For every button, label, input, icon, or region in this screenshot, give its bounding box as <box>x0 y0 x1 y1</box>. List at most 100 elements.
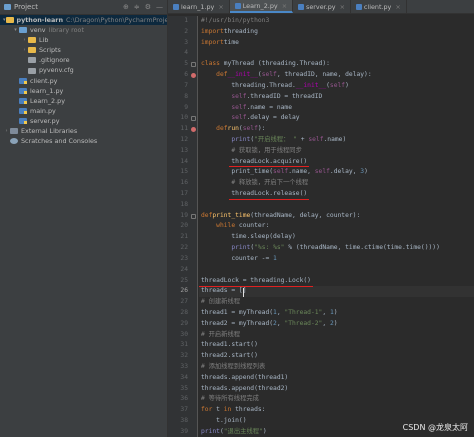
close-tab-icon[interactable]: × <box>218 3 223 11</box>
code-line[interactable]: thread2 = myThread(2, "Thread-2", 2) <box>199 319 474 330</box>
code-line[interactable]: importthreading <box>199 27 474 38</box>
override-marker-icon[interactable] <box>191 73 196 79</box>
code-line[interactable]: # 开启新线程 <box>199 330 474 341</box>
tree-item[interactable]: ▾ venv library root <box>0 25 167 35</box>
code-line[interactable]: class myThread (threading.Thread): <box>199 59 474 70</box>
line-number[interactable]: 9 <box>168 103 197 114</box>
line-number[interactable]: 3 <box>168 38 197 49</box>
code-line[interactable]: self.name = name <box>199 103 474 114</box>
line-number[interactable]: 32 <box>168 351 197 362</box>
code-area[interactable]: #!/usr/bin/python3 importthreading importt… <box>199 16 474 437</box>
line-number[interactable]: 23 <box>168 254 197 265</box>
expand-arrow-icon[interactable]: › <box>21 45 28 55</box>
line-number[interactable]: 31 <box>168 340 197 351</box>
line-number[interactable]: 2 <box>168 27 197 38</box>
locate-icon[interactable]: ⊕ <box>123 3 129 11</box>
tree-item[interactable]: pyvenv.cfg <box>0 65 167 75</box>
tree-item[interactable]: .gitignore <box>0 55 167 65</box>
code-line[interactable]: time.sleep(delay) <box>199 232 474 243</box>
code-line[interactable]: # 添加线程到线程列表 <box>199 362 474 373</box>
code-line[interactable]: importtime <box>199 38 474 49</box>
line-number[interactable]: 15 <box>168 167 197 178</box>
code-line[interactable]: defrun(self): <box>199 124 474 135</box>
editor-tab[interactable]: client.py × <box>351 0 407 13</box>
line-number[interactable]: 1 <box>168 16 197 27</box>
code-line[interactable]: # 获取锁，用于线程同步 <box>199 146 474 157</box>
line-number[interactable]: 28 <box>168 308 197 319</box>
editor-tab[interactable]: server.py × <box>293 0 351 13</box>
line-number[interactable]: 7 <box>168 81 197 92</box>
line-number[interactable]: 33 <box>168 362 197 373</box>
line-number[interactable]: 18 <box>168 200 197 211</box>
line-number[interactable]: 36 <box>168 394 197 405</box>
code-line[interactable]: threads.append(thread1) <box>199 373 474 384</box>
expand-arrow-icon[interactable]: › <box>21 35 28 45</box>
code-line[interactable]: for t in threads: <box>199 405 474 416</box>
tree-item[interactable]: server.py <box>0 116 167 126</box>
code-line[interactable] <box>199 265 474 276</box>
collapse-icon[interactable]: ≑ <box>134 3 140 11</box>
line-number[interactable]: 16 <box>168 178 197 189</box>
line-number[interactable]: 39 <box>168 427 197 437</box>
code-line[interactable]: threading.Thread.__init__(self) <box>199 81 474 92</box>
code-line[interactable]: print("开启线程： " + self.name) <box>199 135 474 146</box>
code-line[interactable]: print("%s: %s" % (threadName, time.ctime… <box>199 243 474 254</box>
line-number[interactable]: 24 <box>168 265 197 276</box>
code-line[interactable]: while counter: <box>199 221 474 232</box>
code-line[interactable]: threads.append(thread2) <box>199 384 474 395</box>
line-number[interactable]: 35 <box>168 384 197 395</box>
line-number[interactable]: 26 <box>168 286 197 297</box>
editor-tab[interactable]: learn_1.py × <box>168 0 230 13</box>
expand-arrow-icon[interactable]: › <box>3 126 10 136</box>
line-number[interactable]: 13 <box>168 146 197 157</box>
line-number[interactable]: 10 <box>168 113 197 124</box>
line-number[interactable]: 20 <box>168 221 197 232</box>
close-tab-icon[interactable]: × <box>282 2 287 10</box>
expand-arrow-icon[interactable]: ▾ <box>12 25 19 35</box>
tree-item[interactable]: Scratches and Consoles <box>0 136 167 146</box>
hide-icon[interactable]: — <box>156 3 163 11</box>
tree-item[interactable]: learn_1.py <box>0 86 167 96</box>
line-number[interactable]: 5 <box>168 59 197 70</box>
line-number[interactable]: 19 <box>168 211 197 222</box>
line-number[interactable]: 4 <box>168 48 197 59</box>
code-line[interactable]: counter -= 1 <box>199 254 474 265</box>
fold-marker-icon[interactable] <box>191 213 196 219</box>
line-number[interactable]: 29 <box>168 319 197 330</box>
code-line[interactable]: # 等待所有线程完成 <box>199 394 474 405</box>
gear-icon[interactable]: ⚙ <box>145 3 151 11</box>
code-line[interactable]: self.delay = delay <box>199 113 474 124</box>
line-number[interactable]: 37 <box>168 405 197 416</box>
fold-marker-icon[interactable] <box>191 62 196 68</box>
code-line[interactable] <box>199 48 474 59</box>
tree-item[interactable]: Learn_2.py <box>0 96 167 106</box>
tree-item[interactable]: › Lib <box>0 35 167 45</box>
editor-tab[interactable]: Learn_2.py × <box>229 0 294 13</box>
code-line[interactable]: def__init__(self, threadID, name, delay)… <box>199 70 474 81</box>
code-line[interactable]: # 释放锁，开启下一个线程 <box>199 178 474 189</box>
override-marker-icon[interactable] <box>191 127 196 133</box>
close-tab-icon[interactable]: × <box>340 3 345 11</box>
tree-item[interactable]: client.py <box>0 76 167 86</box>
line-number[interactable]: 34 <box>168 373 197 384</box>
line-number[interactable]: 8 <box>168 92 197 103</box>
project-panel-title[interactable]: Project <box>14 3 120 11</box>
line-number[interactable]: 11 <box>168 124 197 135</box>
code-line[interactable]: thread2.start() <box>199 351 474 362</box>
line-number[interactable]: 6 <box>168 70 197 81</box>
code-line[interactable] <box>199 200 474 211</box>
line-number[interactable]: 27 <box>168 297 197 308</box>
code-line[interactable]: # 创建新线程 <box>199 297 474 308</box>
line-number[interactable]: 22 <box>168 243 197 254</box>
line-number[interactable]: 21 <box>168 232 197 243</box>
line-number[interactable]: 30 <box>168 330 197 341</box>
project-view-icon[interactable] <box>4 4 11 10</box>
line-number[interactable]: 12 <box>168 135 197 146</box>
line-number[interactable]: 17 <box>168 189 197 200</box>
tree-item[interactable]: main.py <box>0 106 167 116</box>
code-line[interactable]: thread1 = myThread(1, "Thread-1", 1) <box>199 308 474 319</box>
tree-item[interactable]: › External Libraries <box>0 126 167 136</box>
code-line[interactable]: self.threadID = threadID <box>199 92 474 103</box>
code-line[interactable]: print_time(self.name, self.delay, 3) <box>199 167 474 178</box>
code-line[interactable]: #!/usr/bin/python3 <box>199 16 474 27</box>
